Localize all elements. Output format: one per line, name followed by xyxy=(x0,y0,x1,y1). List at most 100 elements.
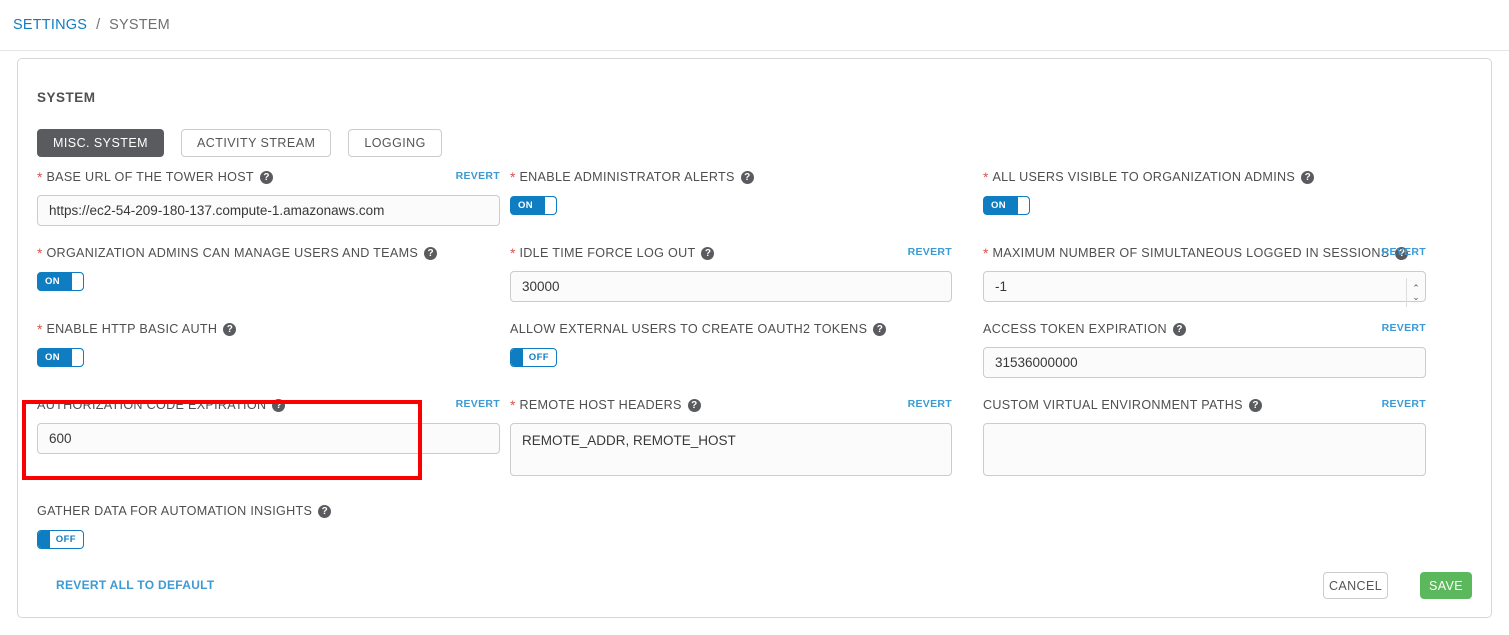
help-icon[interactable]: ? xyxy=(424,247,438,260)
field-gather-insights-label: GATHER DATA FOR AUTOMATION INSIGHTS xyxy=(37,504,313,518)
tab-logging[interactable]: LOGGING xyxy=(348,129,442,157)
custom-venv-paths-textarea[interactable] xyxy=(983,423,1426,476)
field-http-basic-auth-label: ENABLE HTTP BASIC AUTH xyxy=(46,322,218,336)
toggle-knob xyxy=(38,531,50,548)
field-gather-insights-labelrow: GATHER DATA FOR AUTOMATION INSIGHTS ? xyxy=(37,503,500,523)
field-custom-venv-paths: CUSTOM VIRTUAL ENVIRONMENT PATHS ? REVER… xyxy=(983,397,1426,476)
toggle-state-label: ON xyxy=(991,200,1007,211)
field-base-url-labelrow: * BASE URL OF THE TOWER HOST ? REVERT xyxy=(37,169,500,189)
max-sessions-input-wrap: ⌃ ⌄ xyxy=(983,271,1426,307)
toggle-knob xyxy=(544,197,556,214)
toggle-state-label: ON xyxy=(518,200,534,211)
tab-activity-stream[interactable]: ACTIVITY STREAM xyxy=(181,129,332,157)
field-org-admins-label: ORGANIZATION ADMINS CAN MANAGE USERS AND… xyxy=(46,246,419,260)
field-external-oauth2: ALLOW EXTERNAL USERS TO CREATE OAUTH2 TO… xyxy=(510,321,952,367)
field-idle-time-label: IDLE TIME FORCE LOG OUT xyxy=(519,246,696,260)
field-admin-alerts-label: ENABLE ADMINISTRATOR ALERTS xyxy=(519,170,735,184)
field-authorization-code-expiration: AUTHORIZATION CODE EXPIRATION ? REVERT xyxy=(37,397,500,454)
cancel-button[interactable]: CANCEL xyxy=(1323,572,1388,599)
field-idle-time-labelrow: * IDLE TIME FORCE LOG OUT ? REVERT xyxy=(510,245,952,265)
field-org-admins-manage: * ORGANIZATION ADMINS CAN MANAGE USERS A… xyxy=(37,245,500,291)
help-icon[interactable]: ? xyxy=(1301,171,1315,184)
field-gather-insights: GATHER DATA FOR AUTOMATION INSIGHTS ? OF… xyxy=(37,503,500,549)
idle-time-input[interactable] xyxy=(510,271,952,302)
toggle-knob xyxy=(71,349,83,366)
base-url-input[interactable] xyxy=(37,195,500,226)
revert-max-sessions-link[interactable]: REVERT xyxy=(1382,246,1426,258)
revert-custom-venv-link[interactable]: REVERT xyxy=(1382,398,1426,410)
max-sessions-input[interactable] xyxy=(983,271,1426,302)
help-icon[interactable]: ? xyxy=(873,323,887,336)
breadcrumb-current: SYSTEM xyxy=(109,17,170,33)
field-access-token-labelrow: ACCESS TOKEN EXPIRATION ? REVERT xyxy=(983,321,1426,341)
breadcrumb-settings-link[interactable]: SETTINGS xyxy=(13,17,87,33)
system-settings-card: SYSTEM MISC. SYSTEM ACTIVITY STREAM LOGG… xyxy=(17,58,1492,618)
field-auth-code-label: AUTHORIZATION CODE EXPIRATION xyxy=(37,398,267,412)
required-asterisk: * xyxy=(510,397,516,413)
field-custom-venv-label: CUSTOM VIRTUAL ENVIRONMENT PATHS xyxy=(983,398,1243,412)
field-external-oauth2-labelrow: ALLOW EXTERNAL USERS TO CREATE OAUTH2 TO… xyxy=(510,321,952,341)
gather-insights-toggle[interactable]: OFF xyxy=(37,530,84,549)
required-asterisk: * xyxy=(37,245,43,261)
access-token-expiration-input[interactable] xyxy=(983,347,1426,378)
help-icon[interactable]: ? xyxy=(687,399,701,412)
admin-alerts-toggle[interactable]: ON xyxy=(510,196,557,215)
tab-misc-system[interactable]: MISC. SYSTEM xyxy=(37,129,164,157)
field-admin-alerts: * ENABLE ADMINISTRATOR ALERTS ? ON xyxy=(510,169,952,215)
field-remote-host-headers-labelrow: * REMOTE HOST HEADERS ? REVERT xyxy=(510,397,952,417)
help-icon[interactable]: ? xyxy=(223,323,237,336)
remote-host-headers-textarea[interactable] xyxy=(510,423,952,476)
page-title: SYSTEM xyxy=(37,90,96,105)
field-base-url-label: BASE URL OF THE TOWER HOST xyxy=(46,170,254,184)
field-http-basic-auth-labelrow: * ENABLE HTTP BASIC AUTH ? xyxy=(37,321,500,341)
required-asterisk: * xyxy=(983,245,989,261)
help-icon[interactable]: ? xyxy=(1248,399,1262,412)
required-asterisk: * xyxy=(983,169,989,185)
field-all-users-visible: * ALL USERS VISIBLE TO ORGANIZATION ADMI… xyxy=(983,169,1426,215)
org-admins-manage-toggle[interactable]: ON xyxy=(37,272,84,291)
help-icon[interactable]: ? xyxy=(259,171,273,184)
field-max-sessions-labelrow: * MAXIMUM NUMBER OF SIMULTANEOUS LOGGED … xyxy=(983,245,1426,265)
revert-base-url-link[interactable]: REVERT xyxy=(456,170,500,182)
field-admin-alerts-labelrow: * ENABLE ADMINISTRATOR ALERTS ? xyxy=(510,169,952,189)
http-basic-auth-toggle[interactable]: ON xyxy=(37,348,84,367)
revert-all-to-default-link[interactable]: REVERT ALL TO DEFAULT xyxy=(56,578,215,592)
field-all-users-visible-label: ALL USERS VISIBLE TO ORGANIZATION ADMINS xyxy=(992,170,1296,184)
revert-remote-host-headers-link[interactable]: REVERT xyxy=(908,398,952,410)
help-icon[interactable]: ? xyxy=(272,399,286,412)
toggle-state-label: OFF xyxy=(528,352,549,363)
help-icon[interactable]: ? xyxy=(1172,323,1186,336)
save-button[interactable]: SAVE xyxy=(1420,572,1472,599)
all-users-visible-toggle[interactable]: ON xyxy=(983,196,1030,215)
revert-auth-code-link[interactable]: REVERT xyxy=(456,398,500,410)
help-icon[interactable]: ? xyxy=(318,505,332,518)
help-icon[interactable]: ? xyxy=(701,247,715,260)
field-org-admins-labelrow: * ORGANIZATION ADMINS CAN MANAGE USERS A… xyxy=(37,245,500,265)
field-access-token-label: ACCESS TOKEN EXPIRATION xyxy=(983,322,1167,336)
field-base-url: * BASE URL OF THE TOWER HOST ? REVERT xyxy=(37,169,500,226)
field-access-token-expiration: ACCESS TOKEN EXPIRATION ? REVERT xyxy=(983,321,1426,378)
breadcrumb-bar: SETTINGS / SYSTEM xyxy=(0,0,1509,51)
field-idle-time: * IDLE TIME FORCE LOG OUT ? REVERT xyxy=(510,245,952,302)
toggle-knob xyxy=(71,273,83,290)
revert-access-token-link[interactable]: REVERT xyxy=(1382,322,1426,334)
field-max-sessions-label: MAXIMUM NUMBER OF SIMULTANEOUS LOGGED IN… xyxy=(992,246,1390,260)
field-remote-host-headers-label: REMOTE HOST HEADERS xyxy=(519,398,682,412)
breadcrumb-separator: / xyxy=(96,17,101,33)
toggle-state-label: ON xyxy=(45,276,61,287)
toggle-knob xyxy=(511,349,523,366)
field-external-oauth2-label: ALLOW EXTERNAL USERS TO CREATE OAUTH2 TO… xyxy=(510,322,868,336)
field-auth-code-labelrow: AUTHORIZATION CODE EXPIRATION ? REVERT xyxy=(37,397,500,417)
authorization-code-expiration-input[interactable] xyxy=(37,423,500,454)
toggle-knob xyxy=(1017,197,1029,214)
required-asterisk: * xyxy=(37,169,43,185)
field-max-sessions: * MAXIMUM NUMBER OF SIMULTANEOUS LOGGED … xyxy=(983,245,1426,307)
field-custom-venv-labelrow: CUSTOM VIRTUAL ENVIRONMENT PATHS ? REVER… xyxy=(983,397,1426,417)
settings-tablist: MISC. SYSTEM ACTIVITY STREAM LOGGING xyxy=(37,129,442,157)
help-icon[interactable]: ? xyxy=(740,171,754,184)
number-stepper[interactable]: ⌃ ⌄ xyxy=(1406,278,1425,307)
field-remote-host-headers: * REMOTE HOST HEADERS ? REVERT xyxy=(510,397,952,476)
revert-idle-time-link[interactable]: REVERT xyxy=(908,246,952,258)
stepper-down-icon[interactable]: ⌄ xyxy=(1412,292,1420,302)
external-oauth2-toggle[interactable]: OFF xyxy=(510,348,557,367)
